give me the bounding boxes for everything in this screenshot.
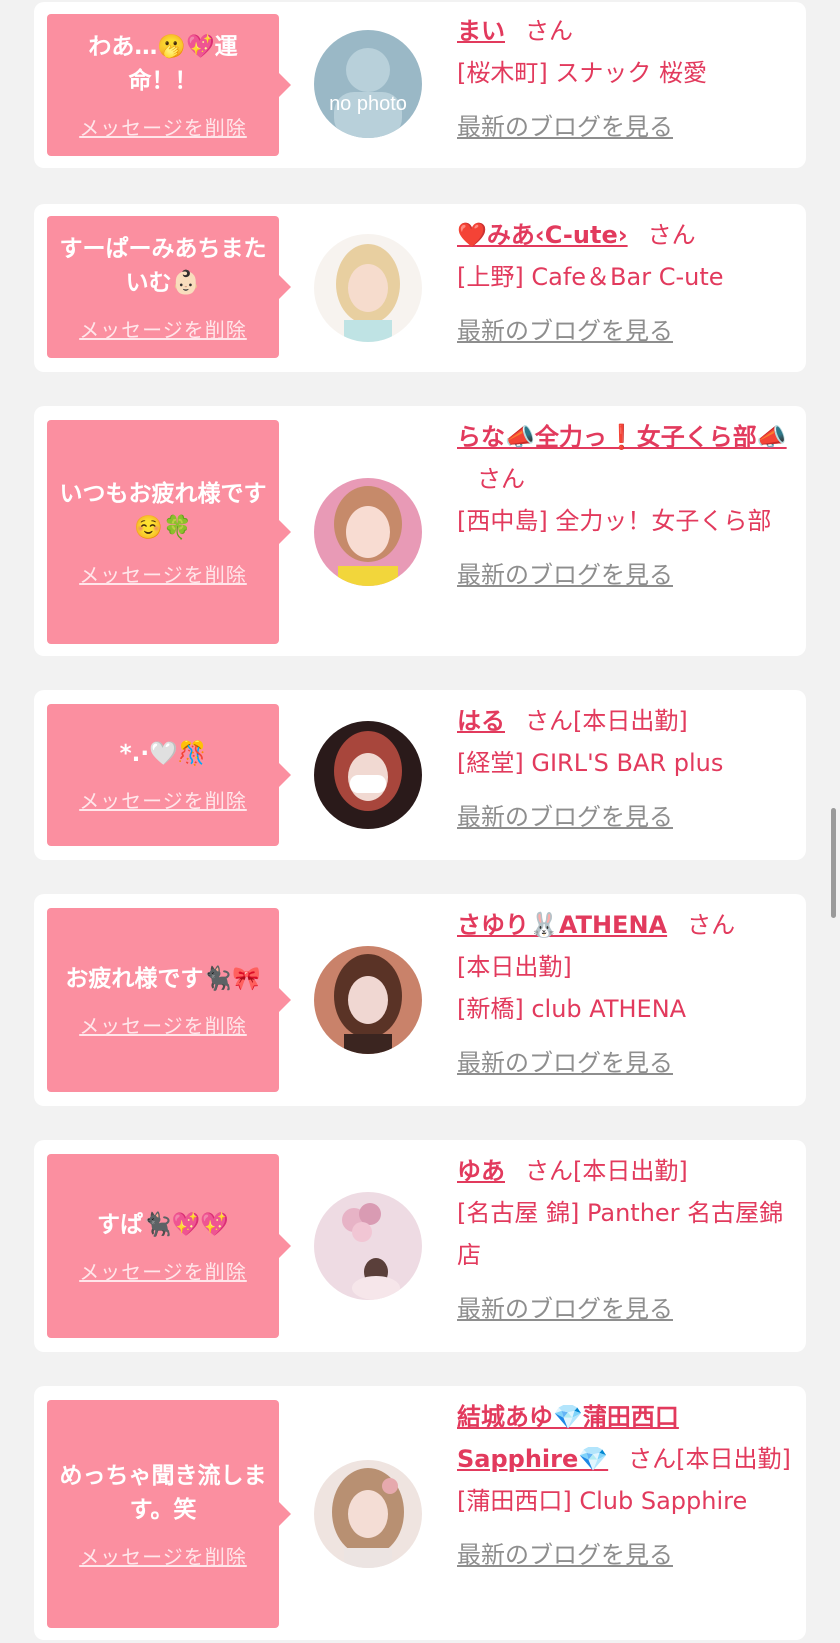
delete-message-link[interactable]: メッセージを削除 bbox=[79, 785, 247, 814]
girl-avatar[interactable] bbox=[314, 478, 422, 586]
scrollbar[interactable] bbox=[831, 808, 836, 918]
cast-info: 結城あゆ💎蒲田西口Sapphire💎 さん[本日出勤] [蒲田西口] Club S… bbox=[457, 1396, 792, 1576]
delete-message-link[interactable]: メッセージを削除 bbox=[79, 314, 247, 343]
honorific: さん bbox=[687, 911, 736, 939]
delete-message-link[interactable]: メッセージを削除 bbox=[79, 1010, 247, 1039]
girl-avatar[interactable] bbox=[314, 721, 422, 829]
cast-info: ゆあ さん[本日出勤] [名古屋 錦] Panther 名古屋錦店 最新のブログを… bbox=[457, 1150, 792, 1330]
message-text: すぱ🐈‍⬛💖💖 bbox=[97, 1211, 229, 1238]
message-list: わあ…🫢💖運命！！ メッセージを削除 no photo まい さん [桜木町] ス… bbox=[0, 0, 840, 1643]
message-text: わあ…🫢💖運命！！ bbox=[88, 33, 238, 94]
shop-name: [蒲田西口] Club Sapphire bbox=[457, 1487, 748, 1515]
girl-avatar[interactable] bbox=[314, 1192, 422, 1300]
cast-info: ❤️みあ‹C-ute› さん [上野] Cafe＆Bar C-ute 最新のブログ… bbox=[457, 214, 792, 352]
delete-message-link[interactable]: メッセージを削除 bbox=[79, 112, 247, 141]
latest-blog-link[interactable]: 最新のブログを見る bbox=[457, 796, 673, 838]
cast-name-link[interactable]: ゆあ bbox=[457, 1157, 505, 1185]
message-text: *.·🤍🎊 bbox=[119, 740, 207, 767]
cast-info: まい さん [桜木町] スナック 桜愛 最新のブログを見る bbox=[457, 10, 792, 148]
latest-blog-link[interactable]: 最新のブログを見る bbox=[457, 1288, 673, 1330]
working-today-badge: [本日出勤] bbox=[573, 707, 688, 735]
message-bubble: わあ…🫢💖運命！！ メッセージを削除 bbox=[47, 14, 291, 156]
message-card: お疲れ様です🐈‍⬛🎀 メッセージを削除 さゆり🐰ATHENA さん [本日出勤] … bbox=[34, 894, 806, 1106]
honorific: さん bbox=[477, 465, 525, 493]
cast-name-link[interactable]: さゆり🐰ATHENA bbox=[457, 911, 667, 939]
working-today-badge: [本日出勤] bbox=[676, 1445, 791, 1473]
shop-name: [桜木町] スナック 桜愛 bbox=[457, 59, 707, 87]
message-card: *.·🤍🎊 メッセージを削除 はる さん[本日出勤] [経堂] GIRL'S BA… bbox=[34, 690, 806, 860]
message-bubble: すぱ🐈‍⬛💖💖 メッセージを削除 bbox=[47, 1154, 291, 1338]
no-photo-label: no photo bbox=[329, 93, 407, 115]
message-text: めっちゃ聞き流します。笑 bbox=[59, 1462, 267, 1523]
message-bubble: すーぱーみあちまたいむ👶🏻 メッセージを削除 bbox=[47, 216, 291, 358]
cast-name-link[interactable]: まい bbox=[457, 17, 505, 45]
message-card: めっちゃ聞き流します。笑 メッセージを削除 結城あゆ💎蒲田西口Sapphire💎… bbox=[34, 1386, 806, 1640]
shop-name: [名古屋 錦] Panther 名古屋錦店 bbox=[457, 1199, 784, 1269]
latest-blog-link[interactable]: 最新のブログを見る bbox=[457, 1534, 673, 1576]
honorific: さん bbox=[525, 17, 573, 45]
honorific: さん bbox=[647, 221, 696, 249]
cast-info: さゆり🐰ATHENA さん [本日出勤] [新橋] club ATHENA 最新の… bbox=[457, 904, 792, 1084]
honorific: さん bbox=[525, 1157, 573, 1185]
message-card: すぱ🐈‍⬛💖💖 メッセージを削除 ゆあ さん[本日出勤] [名古屋 錦] Pant… bbox=[34, 1140, 806, 1352]
cast-info: らな📣全力っ❗女子くら部📣 さん [西中島] 全力ッ！女子くら部 最新のブログを見… bbox=[457, 416, 792, 596]
cast-info: はる さん[本日出勤] [経堂] GIRL'S BAR plus 最新のブログを見… bbox=[457, 700, 792, 838]
latest-blog-link[interactable]: 最新のブログを見る bbox=[457, 554, 673, 596]
shop-name: [上野] Cafe＆Bar C-ute bbox=[457, 263, 724, 291]
delete-message-link[interactable]: メッセージを削除 bbox=[79, 1256, 247, 1285]
message-text: お疲れ様です🐈‍⬛🎀 bbox=[65, 965, 261, 992]
girl-avatar[interactable] bbox=[314, 946, 422, 1054]
shop-name: [新橋] club ATHENA bbox=[457, 995, 687, 1023]
message-text: すーぱーみあちまたいむ👶🏻 bbox=[59, 235, 267, 296]
cast-name-link[interactable]: ❤️みあ‹C-ute› bbox=[457, 221, 628, 249]
shop-name: [経堂] GIRL'S BAR plus bbox=[457, 749, 724, 777]
delete-message-link[interactable]: メッセージを削除 bbox=[79, 559, 247, 588]
cast-name-link[interactable]: はる bbox=[457, 707, 505, 735]
latest-blog-link[interactable]: 最新のブログを見る bbox=[457, 310, 673, 352]
cast-name-link[interactable]: らな📣全力っ❗女子くら部📣 bbox=[457, 423, 787, 451]
latest-blog-link[interactable]: 最新のブログを見る bbox=[457, 1042, 673, 1084]
message-bubble: *.·🤍🎊 メッセージを削除 bbox=[47, 704, 291, 846]
no-photo-avatar[interactable]: no photo bbox=[314, 30, 422, 138]
working-today-badge: [本日出勤] bbox=[457, 953, 572, 981]
message-bubble: めっちゃ聞き流します。笑 メッセージを削除 bbox=[47, 1400, 291, 1628]
message-bubble: お疲れ様です🐈‍⬛🎀 メッセージを削除 bbox=[47, 908, 291, 1092]
message-card: いつもお疲れ様です☺️🍀 メッセージを削除 らな📣全力っ❗女子くら部📣 さん [西… bbox=[34, 406, 806, 656]
working-today-badge: [本日出勤] bbox=[573, 1157, 688, 1185]
honorific: さん bbox=[628, 1445, 677, 1473]
latest-blog-link[interactable]: 最新のブログを見る bbox=[457, 106, 673, 148]
girl-avatar[interactable] bbox=[314, 1460, 422, 1568]
message-card: わあ…🫢💖運命！！ メッセージを削除 no photo まい さん [桜木町] ス… bbox=[34, 2, 806, 168]
girl-avatar[interactable] bbox=[314, 234, 422, 342]
delete-message-link[interactable]: メッセージを削除 bbox=[79, 1541, 247, 1570]
message-text: いつもお疲れ様です☺️🍀 bbox=[59, 480, 267, 541]
shop-name: [西中島] 全力ッ！女子くら部 bbox=[457, 507, 772, 535]
message-bubble: いつもお疲れ様です☺️🍀 メッセージを削除 bbox=[47, 420, 291, 644]
message-card: すーぱーみあちまたいむ👶🏻 メッセージを削除 ❤️みあ‹C-ute› さん [上野… bbox=[34, 204, 806, 372]
honorific: さん bbox=[525, 707, 573, 735]
